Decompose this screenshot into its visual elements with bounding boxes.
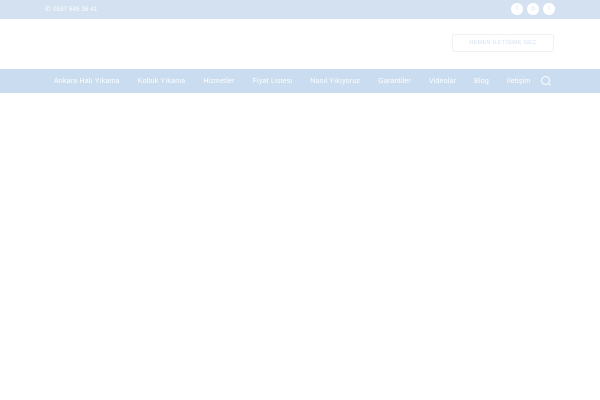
nav-item-koltuk-yikama[interactable]: Koltuk Yıkama [129,69,195,93]
nav-item-fiyat-listesi[interactable]: Fiyat Listesi [244,69,302,93]
social-links: f ◎ t [511,3,555,15]
facebook-icon[interactable]: f [511,3,523,15]
nav-item-videolar[interactable]: Videolar [420,69,465,93]
nav-item-nasil-yikiyoruz[interactable]: Nasıl Yıkıyoruz [301,69,369,93]
nav-item-garantiler[interactable]: Garantiler [369,69,420,93]
nav-item-iletisim[interactable]: İletişim [498,69,539,93]
phone-number: 0537 645 36 41 [53,6,98,13]
top-bar: ✆ 0537 645 36 41 f ◎ t [0,0,600,19]
nav-item-blog[interactable]: Blog [465,69,498,93]
twitter-icon[interactable]: t [543,3,555,15]
phone-icon: ✆ [45,6,52,13]
phone-contact[interactable]: ✆ 0537 645 36 41 [45,4,98,15]
nav-item-hizmetler[interactable]: Hizmetler [194,69,243,93]
nav-item-ankara-hali-yikama[interactable]: Ankara Halı Yıkama [45,69,129,95]
search-icon[interactable] [541,76,550,85]
instagram-icon[interactable]: ◎ [527,3,539,15]
site-header: HEMEN İLETİŞİME GEÇ [0,19,600,69]
main-navigation: Ankara Halı Yıkama Koltuk Yıkama Hizmetl… [0,69,600,95]
contact-now-button[interactable]: HEMEN İLETİŞİME GEÇ [452,34,554,52]
